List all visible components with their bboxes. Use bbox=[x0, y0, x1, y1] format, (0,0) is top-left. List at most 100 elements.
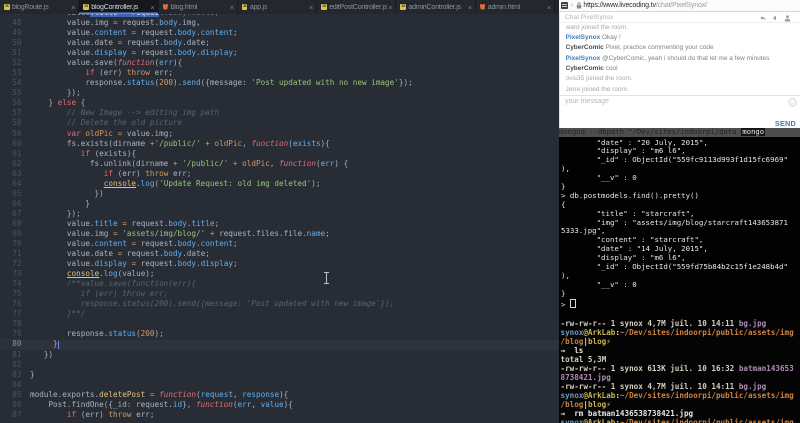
token: (exists){ bbox=[90, 149, 136, 158]
code-line[interactable]: value.content = request.body.content; bbox=[30, 239, 413, 249]
tab-app.js[interactable]: JSapp.js× bbox=[238, 0, 317, 14]
code-line[interactable]: response.status(200).send({message: 'Pos… bbox=[30, 78, 413, 88]
code-line[interactable]: if (err) throw err; bbox=[30, 410, 413, 420]
gutter-line-number: 52 bbox=[0, 58, 22, 68]
chat-username[interactable]: CyberComic bbox=[566, 65, 604, 72]
token: value bbox=[261, 400, 284, 409]
token: /blog bbox=[561, 400, 584, 409]
tab-close-icon[interactable]: × bbox=[230, 4, 234, 11]
token: console bbox=[104, 179, 136, 188]
tab-close-icon[interactable]: × bbox=[388, 4, 392, 11]
gutter-line-number: 80 bbox=[0, 339, 22, 349]
token: (err) bbox=[113, 169, 145, 178]
code-line[interactable]: // Delete the old picture bbox=[30, 118, 413, 128]
tab-blogRoute.js[interactable]: JSblogRoute.js× bbox=[0, 0, 79, 14]
screen: 4748495051525354555657585960616263646566… bbox=[0, 0, 800, 423]
token bbox=[30, 410, 67, 419]
shell-terminal[interactable]: -rw-rw-r-- 1 synox 4,7M juil. 10 14:11 b… bbox=[559, 319, 800, 423]
gutter-line-number: 71 bbox=[0, 249, 22, 259]
gutter-line-number: 56 bbox=[0, 98, 22, 108]
code-line[interactable]: module.exports.deletePost = function(req… bbox=[30, 390, 413, 400]
browser-address-bar[interactable]: › https://www.livecoding.tv/chat/PixelSy… bbox=[559, 0, 800, 12]
code-line[interactable]: console.log(value); bbox=[30, 269, 413, 279]
code-line[interactable]: value.date = request.body.date; bbox=[30, 38, 413, 48]
tab-admin.html[interactable]: admin.html× bbox=[476, 0, 555, 14]
code-line[interactable]: console.log('Update Request: old img del… bbox=[30, 179, 413, 189]
token: 'assets/img/blog/' bbox=[122, 229, 205, 238]
code-line[interactable]: /**value.save(function(err){ bbox=[30, 279, 413, 289]
tab-close-icon[interactable]: × bbox=[150, 4, 154, 11]
code-area[interactable]: value.title = request.body.title; value.… bbox=[30, 8, 413, 420]
url-text[interactable]: https://www.livecoding.tv/chat/PixelSyno… bbox=[583, 2, 707, 9]
collapse-arrow-icon[interactable] bbox=[772, 15, 777, 21]
code-line[interactable]: } else { bbox=[30, 98, 413, 108]
code-line[interactable]: value.title = request.body.title; bbox=[30, 219, 413, 229]
code-line[interactable] bbox=[30, 360, 413, 370]
token: if bbox=[104, 169, 113, 178]
terminal-title-bar[interactable]: mongod --dbpath "/Dev/sites/indoorpi/dat… bbox=[559, 128, 800, 137]
code-line[interactable]: value.img = request.body.img, bbox=[30, 18, 413, 28]
tab-close-icon[interactable]: × bbox=[309, 4, 313, 11]
code-line[interactable]: fs.unlink(dirname + '/public/' + oldPic,… bbox=[30, 159, 413, 169]
chat-username[interactable]: CyberComic bbox=[566, 44, 604, 51]
code-line[interactable] bbox=[30, 380, 413, 390]
code-line[interactable]: if (err) throw err; bbox=[30, 289, 413, 299]
send-button[interactable]: SEND bbox=[775, 119, 796, 128]
code-line[interactable]: } bbox=[30, 339, 413, 349]
code-line[interactable]: }); bbox=[30, 209, 413, 219]
token: // Delete the old picture bbox=[30, 118, 182, 127]
code-line[interactable]: value.date = request.body.date; bbox=[30, 249, 413, 259]
gutter-line-number: 58 bbox=[0, 118, 22, 128]
code-line[interactable]: value.img = 'assets/img/blog/' + request… bbox=[30, 229, 413, 239]
terminal-line: -rw-rw-r-- 1 synox 613K juil. 10 16:32 b… bbox=[561, 364, 800, 373]
share-icon[interactable] bbox=[758, 15, 766, 21]
browser-menu-icon[interactable] bbox=[561, 2, 568, 9]
terminal-line: 8738421.jpg bbox=[561, 373, 800, 382]
smiley-icon[interactable] bbox=[788, 98, 797, 107]
chat-panel: Chat PixelSynox ward joined the room.Pix… bbox=[559, 13, 800, 129]
tab-blogController.js[interactable]: JSblogController.js× bbox=[79, 0, 158, 14]
chat-username[interactable]: PixelSynox bbox=[566, 34, 601, 41]
code-line[interactable]: }); bbox=[30, 88, 413, 98]
token: 'Update Request: old img deleted' bbox=[159, 179, 311, 188]
code-line[interactable]: value.display = request.body.display; bbox=[30, 48, 413, 58]
code-line[interactable]: if (exists){ bbox=[30, 149, 413, 159]
code-line[interactable]: }) bbox=[30, 350, 413, 360]
token: ; bbox=[233, 259, 238, 268]
tab-close-icon[interactable]: × bbox=[547, 4, 551, 11]
code-line[interactable]: value.save(function(err){ bbox=[30, 58, 413, 68]
tab-adminController.js[interactable]: JSadminController.js× bbox=[396, 0, 475, 14]
token: value. bbox=[30, 219, 95, 228]
user-icon[interactable] bbox=[784, 15, 791, 22]
mongo-terminal[interactable]: "date" : "20 July, 2015", "display" : "m… bbox=[559, 137, 800, 319]
js-file-icon: JS bbox=[321, 4, 327, 10]
code-line[interactable]: Post.findOne({_id: request.id}, function… bbox=[30, 400, 413, 410]
code-line[interactable]: response.status(200).send({message: 'Pos… bbox=[30, 299, 413, 309]
token: } bbox=[30, 339, 58, 348]
token: blog bbox=[588, 337, 606, 346]
chat-username[interactable]: PixelSynox bbox=[566, 55, 601, 62]
code-line[interactable]: if (err) throw err; bbox=[30, 169, 413, 179]
tab-editPostController.js[interactable]: JSeditPostController.js× bbox=[317, 0, 396, 14]
chat-input[interactable]: your message bbox=[560, 95, 800, 120]
code-line[interactable]: } bbox=[30, 370, 413, 380]
token: bg.jpg bbox=[739, 319, 766, 328]
code-line[interactable]: // New Image --> editing img path bbox=[30, 108, 413, 118]
code-editor[interactable]: 4748495051525354555657585960616263646566… bbox=[0, 0, 559, 423]
code-line[interactable]: var oldPic = value.img; bbox=[30, 129, 413, 139]
code-line[interactable]: } bbox=[30, 199, 413, 209]
tab-blog.html[interactable]: blog.html× bbox=[159, 0, 238, 14]
code-line[interactable]: response.status(200); bbox=[30, 329, 413, 339]
token: body bbox=[159, 18, 177, 27]
token: response. bbox=[30, 78, 127, 87]
code-line[interactable]: value.content = request.body.content; bbox=[30, 28, 413, 38]
token: err bbox=[321, 159, 335, 168]
code-line[interactable]: value.display = request.body.display; bbox=[30, 259, 413, 269]
code-line[interactable]: if (err) throw err; bbox=[30, 68, 413, 78]
code-line[interactable]: }) bbox=[30, 189, 413, 199]
code-line[interactable]: fs.exists(dirname +'/public/' + oldPic, … bbox=[30, 139, 413, 149]
tab-close-icon[interactable]: × bbox=[71, 4, 75, 11]
code-line[interactable] bbox=[30, 319, 413, 329]
code-line[interactable]: }**/ bbox=[30, 309, 413, 319]
tab-close-icon[interactable]: × bbox=[468, 4, 472, 11]
